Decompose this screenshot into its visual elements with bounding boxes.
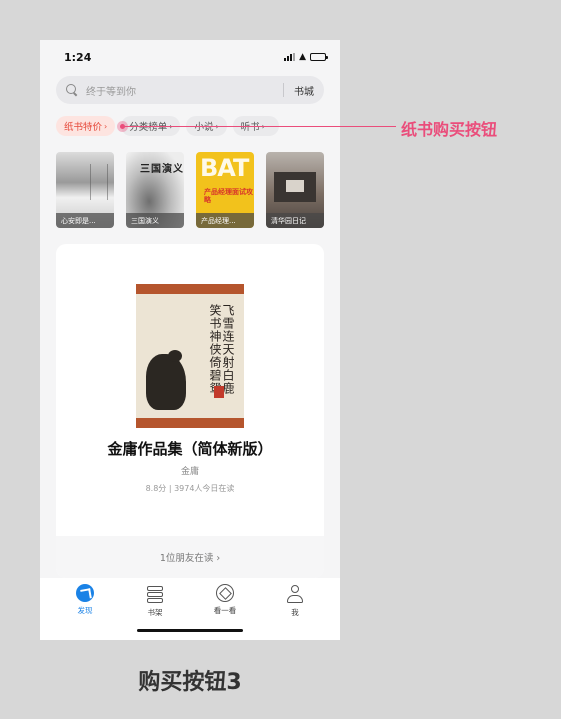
annotation-line bbox=[122, 126, 396, 127]
wifi-icon: ▲ bbox=[299, 52, 306, 62]
battery-icon bbox=[310, 53, 328, 61]
search-bar[interactable]: 终于等到你 书城 bbox=[56, 76, 324, 104]
book-tile[interactable]: BAT 产品经理面试攻略 产品经理... bbox=[196, 152, 254, 228]
profile-icon bbox=[285, 584, 305, 604]
annotation-label: 纸书购买按钮 bbox=[401, 120, 498, 139]
featured-title: 金庸作品集（简体新版） bbox=[107, 440, 273, 458]
featured-book-card[interactable]: 飞雪连天射白鹿笑书神侠倚碧鸳 金庸作品集（简体新版） 金庸 8.8分 | 397… bbox=[56, 244, 324, 578]
search-divider bbox=[283, 83, 284, 97]
seal-stamp bbox=[214, 386, 224, 398]
bookstore-link[interactable]: 书城 bbox=[294, 83, 314, 98]
chip-label: 纸书特价 bbox=[64, 122, 103, 133]
look-icon bbox=[216, 584, 234, 602]
phone-screen: 1:24 ▲ 终于等到你 书城 纸书特价› 分类榜单› 小说› 听书› 心安即是… bbox=[40, 40, 340, 640]
eagle-illustration bbox=[146, 350, 186, 410]
book-title: 三国演义 bbox=[126, 213, 184, 228]
tab-me[interactable]: 我 bbox=[260, 584, 330, 640]
page-caption: 购买按钮3 bbox=[138, 670, 242, 695]
featured-meta: 8.8分 | 3974人今日在读 bbox=[145, 484, 235, 493]
book-cover[interactable]: 飞雪连天射白鹿笑书神侠倚碧鸳 bbox=[136, 284, 244, 428]
book-tile[interactable]: 三国演义 三国演义 bbox=[126, 152, 184, 228]
book-title: 清华园日记 bbox=[266, 213, 324, 228]
tab-label: 看一看 bbox=[213, 606, 237, 615]
cover-art bbox=[90, 164, 108, 200]
tab-label: 我 bbox=[291, 608, 299, 617]
cover-art bbox=[274, 172, 316, 202]
book-title: 产品经理... bbox=[196, 213, 254, 228]
book-tile[interactable]: 心安即是... bbox=[56, 152, 114, 228]
cover-subtitle: 产品经理面试攻略 bbox=[204, 188, 253, 204]
search-icon bbox=[66, 84, 78, 96]
featured-author: 金庸 bbox=[180, 467, 199, 477]
friends-reading-link[interactable]: 1位朋友在读 › bbox=[56, 536, 324, 578]
annotation-dot bbox=[117, 121, 128, 132]
book-tile[interactable]: 清华园日记 bbox=[266, 152, 324, 228]
cover-title: 三国演义 bbox=[140, 164, 184, 175]
search-placeholder[interactable]: 终于等到你 bbox=[86, 83, 283, 98]
status-bar: 1:24 ▲ bbox=[40, 40, 340, 74]
home-indicator bbox=[137, 629, 243, 632]
book-title: 心安即是... bbox=[56, 213, 114, 228]
bookshelf-icon bbox=[145, 584, 165, 604]
discover-icon bbox=[76, 584, 94, 602]
signal-icon bbox=[284, 53, 296, 61]
status-icons: ▲ bbox=[284, 52, 328, 62]
chip-paper-book-deals[interactable]: 纸书特价 › bbox=[56, 116, 116, 136]
status-time: 1:24 bbox=[64, 50, 92, 64]
book-row: 心安即是... 三国演义 三国演义 BAT 产品经理面试攻略 产品经理... 清… bbox=[56, 152, 324, 228]
tab-discover[interactable]: 发现 bbox=[50, 584, 120, 640]
cover-title: BAT bbox=[200, 154, 249, 182]
tab-label: 书架 bbox=[147, 608, 163, 617]
tab-label: 发现 bbox=[77, 606, 93, 615]
chevron-right-icon: › bbox=[104, 121, 108, 131]
